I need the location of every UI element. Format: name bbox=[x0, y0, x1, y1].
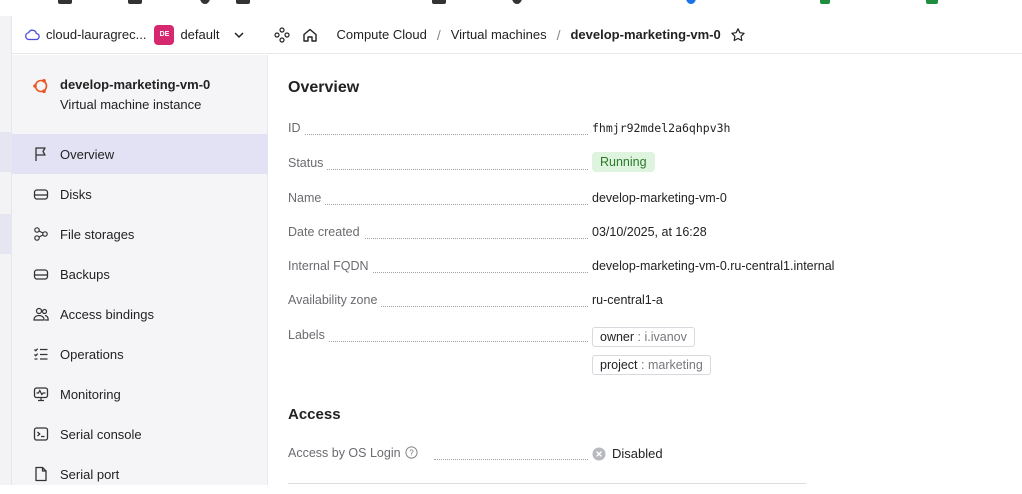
property-labels: Labels owner : i.ivanov project : market… bbox=[288, 327, 988, 388]
folder-name[interactable]: default bbox=[180, 27, 219, 42]
chevron-down-icon[interactable] bbox=[232, 28, 246, 42]
star-icon[interactable] bbox=[730, 27, 746, 43]
sidebar-nav: Overview Disks File storages Backups Acc… bbox=[12, 134, 268, 494]
resource-title: develop-marketing-vm-0 bbox=[60, 77, 211, 92]
top-header: cloud-lauragrec... DE default Compute Cl… bbox=[12, 16, 1022, 54]
main-content: Overview ID fhmjr92mdel2a6qhpv3h Status … bbox=[269, 55, 1022, 485]
os-login-value: Disabled bbox=[612, 446, 663, 461]
vm-id-value[interactable]: fhmjr92mdel2a6qhpv3h bbox=[592, 121, 730, 135]
nodes-icon bbox=[34, 227, 48, 241]
sidebar-item-label: Serial port bbox=[60, 466, 120, 482]
sidebar-item-label: Disks bbox=[60, 186, 92, 202]
label-tag[interactable]: owner : i.ivanov bbox=[592, 327, 695, 347]
divider bbox=[288, 483, 806, 484]
overview-title: Overview bbox=[288, 79, 360, 96]
dotted-leader bbox=[288, 169, 588, 170]
breadcrumb-compute-cloud[interactable]: Compute Cloud bbox=[337, 27, 427, 42]
sidebar-item-operations[interactable]: Operations bbox=[12, 334, 268, 374]
list-icon bbox=[34, 348, 48, 360]
property-label: Name bbox=[288, 191, 326, 205]
breadcrumb-current: develop-marketing-vm-0 bbox=[570, 27, 721, 42]
sidebar-item-label: Operations bbox=[60, 346, 124, 362]
property-label: Date created bbox=[288, 225, 364, 239]
dotted-leader bbox=[288, 204, 588, 205]
flag-icon bbox=[35, 147, 46, 161]
property-os-login: Access by OS Login? Disabled bbox=[288, 446, 988, 466]
status-badge: Running bbox=[592, 152, 655, 172]
sidebar-item-label: Overview bbox=[60, 146, 115, 162]
left-rail bbox=[0, 16, 12, 485]
sidebar-item-label: Access bindings bbox=[60, 306, 154, 322]
help-icon[interactable]: ? bbox=[404, 446, 418, 459]
sidebar-item-serial-port[interactable]: Serial port bbox=[12, 454, 268, 494]
sidebar-item-serial-console[interactable]: Serial console bbox=[12, 414, 268, 454]
sidebar-item-file-storages[interactable]: File storages bbox=[12, 214, 268, 254]
property-availability-zone: Availability zone ru-central1-a bbox=[288, 293, 988, 313]
monitor-icon bbox=[33, 387, 49, 402]
dotted-leader bbox=[288, 341, 588, 342]
property-label: Access by OS Login? bbox=[288, 446, 422, 460]
sidebar-item-label: Backups bbox=[60, 266, 110, 282]
label-separator: : bbox=[637, 358, 648, 372]
label-separator: : bbox=[634, 330, 645, 344]
sidebar-item-label: Monitoring bbox=[60, 386, 121, 402]
dotted-leader bbox=[434, 459, 588, 460]
rail-marker bbox=[0, 132, 12, 172]
label-tag[interactable]: project : marketing bbox=[592, 355, 711, 375]
sidebar-item-backups[interactable]: Backups bbox=[12, 254, 268, 294]
backup-icon bbox=[33, 269, 49, 280]
property-label: Availability zone bbox=[288, 293, 382, 307]
services-icon[interactable] bbox=[273, 26, 291, 44]
property-label: Internal FQDN bbox=[288, 259, 373, 273]
property-status: Status Running bbox=[288, 152, 988, 176]
os-login-label: Access by OS Login bbox=[288, 446, 401, 460]
property-label: Status bbox=[288, 156, 328, 170]
breadcrumb-virtual-machines[interactable]: Virtual machines bbox=[451, 27, 547, 42]
property-label: ID bbox=[288, 121, 305, 135]
disk-icon bbox=[33, 189, 49, 200]
svg-text:?: ? bbox=[409, 449, 414, 458]
label-value: marketing bbox=[647, 358, 703, 372]
resource-subtitle: Virtual machine instance bbox=[60, 97, 202, 112]
browser-tab-strip bbox=[0, 0, 1022, 16]
home-icon[interactable] bbox=[301, 26, 319, 44]
zone-value: ru-central1-a bbox=[592, 293, 663, 307]
breadcrumb-separator: / bbox=[436, 26, 441, 43]
sidebar-item-label: Serial console bbox=[60, 426, 142, 442]
breadcrumb-separator: / bbox=[556, 26, 561, 43]
disabled-icon bbox=[592, 447, 606, 460]
label-key: project bbox=[600, 358, 638, 372]
os-login-status: Disabled bbox=[592, 446, 663, 461]
property-id: ID fhmjr92mdel2a6qhpv3h bbox=[288, 121, 988, 141]
property-name: Name develop-marketing-vm-0 bbox=[288, 191, 988, 211]
cloud-name: cloud-lauragrec... bbox=[46, 27, 147, 42]
fqdn-value[interactable]: develop-marketing-vm-0.ru-central1.inter… bbox=[592, 259, 834, 273]
property-label: Labels bbox=[288, 328, 329, 342]
cloud-selector[interactable]: cloud-lauragrec... bbox=[24, 27, 146, 43]
terminal-icon bbox=[33, 427, 49, 441]
file-icon bbox=[35, 466, 47, 482]
rail-marker bbox=[0, 214, 12, 254]
ubuntu-icon bbox=[33, 79, 48, 93]
folder-badge: DE bbox=[154, 24, 175, 45]
label-key: owner bbox=[600, 330, 635, 344]
sidebar: develop-marketing-vm-0 Virtual machine i… bbox=[12, 55, 268, 485]
vm-name-value: develop-marketing-vm-0 bbox=[592, 191, 727, 205]
property-date-created: Date created 03/10/2025, at 16:28 bbox=[288, 225, 988, 245]
sidebar-item-label: File storages bbox=[60, 226, 135, 242]
date-created-value: 03/10/2025, at 16:28 bbox=[592, 225, 707, 239]
sidebar-item-disks[interactable]: Disks bbox=[12, 174, 268, 214]
property-internal-fqdn: Internal FQDN develop-marketing-vm-0.ru-… bbox=[288, 259, 988, 279]
sidebar-item-overview[interactable]: Overview bbox=[12, 134, 268, 174]
users-icon bbox=[33, 307, 49, 321]
cloud-icon bbox=[25, 29, 40, 40]
access-title: Access bbox=[288, 406, 341, 423]
dotted-leader bbox=[288, 134, 588, 135]
label-value: i.ivanov bbox=[644, 330, 687, 344]
sidebar-item-monitoring[interactable]: Monitoring bbox=[12, 374, 268, 414]
sidebar-item-access-bindings[interactable]: Access bindings bbox=[12, 294, 268, 334]
